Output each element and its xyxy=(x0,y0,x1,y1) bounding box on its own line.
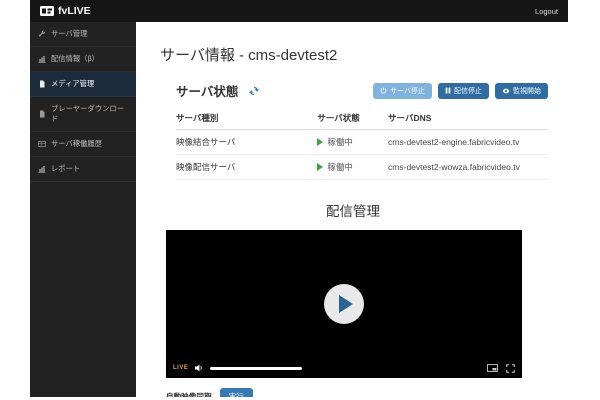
sidebar-item-label: メディア管理 xyxy=(51,79,94,89)
eye-icon xyxy=(502,88,510,94)
auto-sync-row: 自動映像同期 実行 xyxy=(166,388,546,397)
top-navbar: fvLIVE Logout xyxy=(30,0,568,22)
server-type-cell: 映像結合サーバ xyxy=(176,130,317,155)
chart-icon xyxy=(38,55,46,63)
delivery-management-heading: 配信管理 xyxy=(160,200,546,220)
sidebar-item-label: レポート xyxy=(51,164,80,174)
delivery-stop-button[interactable]: 配信停止 xyxy=(438,83,489,99)
auto-sync-execute-button[interactable]: 実行 xyxy=(220,388,253,397)
logout-link[interactable]: Logout xyxy=(535,7,558,16)
fullscreen-icon[interactable] xyxy=(506,364,515,373)
sidebar-item-server-history[interactable]: サーバ稼働履歴 xyxy=(30,132,136,157)
refresh-icon xyxy=(248,85,260,97)
brand-logo-icon xyxy=(40,6,54,16)
power-icon xyxy=(380,87,387,94)
table-row: 映像配信サーバ 稼働中 cms-devtest2-wowza.fabricvid… xyxy=(176,155,548,180)
video-player: LIVE xyxy=(166,230,522,378)
server-stop-button[interactable]: サーバ停止 xyxy=(373,83,432,99)
table-icon xyxy=(38,140,46,148)
server-dns-cell: cms-devtest2-wowza.fabricvideo.tv xyxy=(388,155,548,180)
play-icon xyxy=(339,295,353,313)
status-badge: 稼働中 xyxy=(317,136,388,148)
pause-icon xyxy=(445,87,451,94)
volume-slider[interactable] xyxy=(210,367,302,370)
page-title: サーバ情報 - cms-devtest2 xyxy=(160,44,546,65)
server-status-section: サーバ状態 サーバ停止 xyxy=(176,81,548,180)
server-status-table: サーバ種別 サーバ状態 サーバDNS 映像結合サーバ 稼働中 xyxy=(176,108,548,180)
monitoring-start-button[interactable]: 監視開始 xyxy=(495,83,548,99)
file-download-icon xyxy=(38,110,46,118)
server-status-heading: サーバ状態 xyxy=(176,81,238,100)
picture-in-picture-icon[interactable] xyxy=(487,364,498,372)
sidebar-item-player-download[interactable]: プレーヤーダウンロード xyxy=(30,97,136,132)
refresh-button[interactable] xyxy=(248,85,260,97)
button-label: 配信停止 xyxy=(454,86,482,96)
sidebar-item-media-management[interactable]: メディア管理 xyxy=(30,72,136,97)
sidebar-item-label: プレーヤーダウンロード xyxy=(51,104,128,124)
play-button[interactable] xyxy=(324,284,364,324)
column-header-server-type: サーバ種別 xyxy=(176,108,317,130)
app-window: fvLIVE Logout サーバ管理 配信情報（β） xyxy=(30,0,568,397)
running-play-icon xyxy=(317,138,323,146)
file-icon xyxy=(38,80,46,88)
auto-sync-label: 自動映像同期 xyxy=(166,391,212,397)
button-label: サーバ停止 xyxy=(390,86,425,96)
sidebar-item-report[interactable]: レポート xyxy=(30,157,136,182)
brand-name: fvLIVE xyxy=(58,5,91,17)
player-control-bar: LIVE xyxy=(166,361,522,375)
table-row: 映像結合サーバ 稼働中 cms-devtest2-engine.fabricvi… xyxy=(176,130,548,155)
server-type-cell: 映像配信サーバ xyxy=(176,155,317,180)
status-text: 稼働中 xyxy=(327,161,353,173)
column-header-server-state: サーバ状態 xyxy=(317,108,388,130)
status-badge: 稼働中 xyxy=(317,161,388,173)
running-play-icon xyxy=(317,163,323,171)
brand: fvLIVE xyxy=(40,5,91,17)
chart-icon xyxy=(38,165,46,173)
server-dns-cell: cms-devtest2-engine.fabricvideo.tv xyxy=(388,130,548,155)
status-text: 稼働中 xyxy=(327,136,353,148)
sidebar-item-label: サーバ管理 xyxy=(51,29,87,39)
live-indicator: LIVE xyxy=(173,365,188,371)
main-content: サーバ情報 - cms-devtest2 サーバ状態 xyxy=(136,22,568,397)
wrench-icon xyxy=(38,30,46,38)
sidebar: サーバ管理 配信情報（β） メディア管理 プレーヤーダウンロード xyxy=(30,22,136,397)
sidebar-item-delivery-info[interactable]: 配信情報（β） xyxy=(30,47,136,72)
sidebar-item-label: 配信情報（β） xyxy=(51,54,99,64)
screen: fvLIVE Logout サーバ管理 配信情報（β） xyxy=(0,0,600,400)
button-label: 監視開始 xyxy=(513,86,541,96)
sidebar-item-server-management[interactable]: サーバ管理 xyxy=(30,22,136,47)
volume-icon[interactable] xyxy=(195,364,203,372)
column-header-server-dns: サーバDNS xyxy=(388,108,548,130)
sidebar-item-label: サーバ稼働履歴 xyxy=(51,139,102,149)
